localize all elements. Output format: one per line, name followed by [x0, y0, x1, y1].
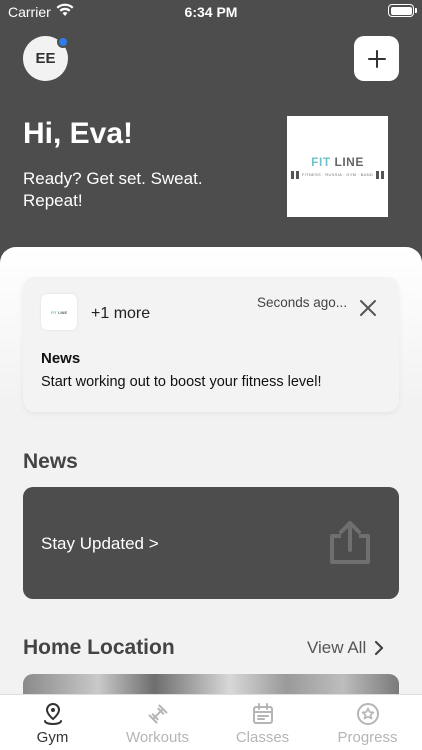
battery-icon	[388, 4, 417, 17]
tab-gym-label: Gym	[36, 729, 69, 746]
view-all-link[interactable]: View All	[307, 638, 384, 658]
home-location-photo[interactable]	[23, 674, 399, 696]
location-pin-icon	[43, 702, 62, 725]
tab-progress[interactable]: Progress	[315, 701, 420, 746]
clock: 6:34 PM	[184, 4, 238, 20]
star-badge-icon	[356, 703, 379, 725]
notification-more: +1 more	[91, 305, 151, 322]
tab-gym[interactable]: Gym	[0, 701, 105, 746]
add-button[interactable]	[354, 36, 399, 81]
chevron-right-icon	[375, 640, 384, 656]
dumbbell-icon	[148, 704, 167, 724]
greeting-title: Hi, Eva!	[23, 117, 134, 150]
notification-card[interactable]: FIT LINE +1 more Seconds ago... News Sta…	[23, 277, 399, 412]
share-icon	[330, 521, 370, 564]
tagline: Ready? Get set. Sweat. Repeat!	[23, 169, 203, 210]
tab-classes[interactable]: Classes	[210, 701, 315, 746]
notification-body: Start working out to boost your fitness …	[41, 374, 322, 390]
home-location-heading: Home Location	[23, 636, 175, 659]
logo-wordmark: FIT LINE	[311, 154, 364, 169]
tab-classes-label: Classes	[235, 729, 290, 746]
tab-progress-label: Progress	[337, 729, 398, 746]
news-card-label: Stay Updated >	[41, 534, 159, 553]
gym-logo: FIT LINE FITNESS · RUSSIA · GYM · BAND	[287, 116, 388, 217]
view-all-label: View All	[307, 638, 367, 657]
news-card[interactable]: Stay Updated >	[23, 487, 399, 599]
notification-title: News	[41, 350, 81, 367]
tab-workouts[interactable]: Workouts	[105, 701, 210, 746]
news-heading: News	[23, 450, 78, 473]
calendar-icon	[252, 703, 273, 724]
status-bar: Carrier 6:34 PM	[0, 0, 422, 24]
notification-time: Seconds ago...	[257, 295, 348, 310]
tab-workouts-label: Workouts	[125, 729, 190, 746]
plus-icon	[367, 49, 386, 68]
close-icon[interactable]	[357, 297, 379, 319]
notification-dot	[57, 36, 69, 48]
barbell-icon: FITNESS · RUSSIA · GYM · BAND	[290, 170, 385, 179]
tab-bar: Gym Workouts Classes Progress	[0, 694, 422, 750]
notification-app-logo: FIT LINE	[41, 294, 77, 330]
